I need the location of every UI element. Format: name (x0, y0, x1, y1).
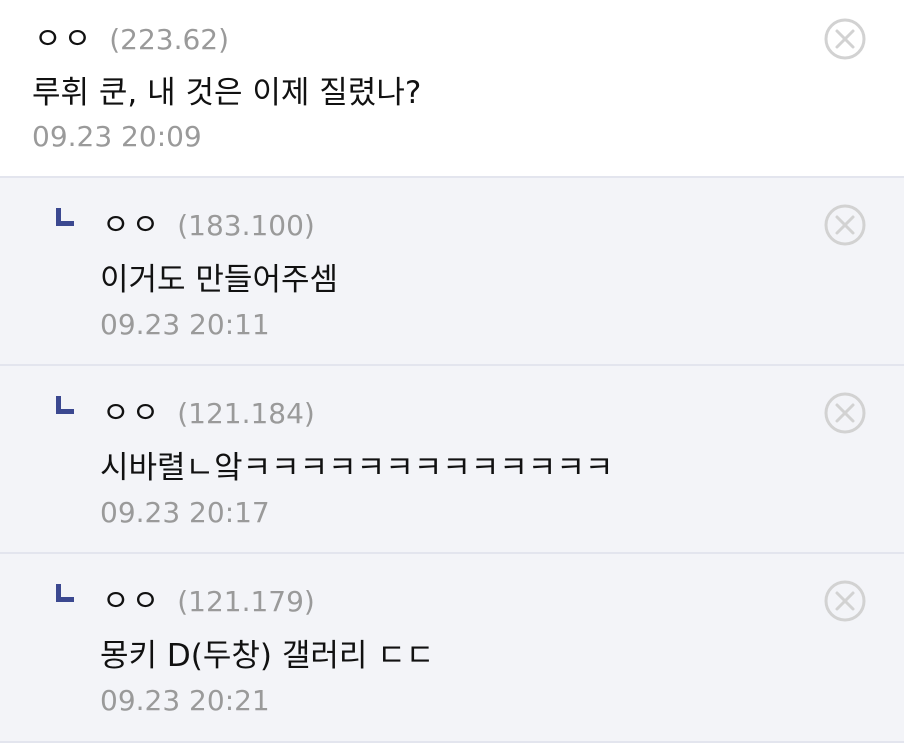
reply-arrow-icon (56, 584, 74, 602)
reply-timestamp: 09.23 20:11 (100, 308, 270, 341)
comment-timestamp: 09.23 20:09 (32, 120, 202, 153)
reply-ip: (121.184) (177, 397, 315, 430)
reply-text: 몽키 D(두창) 갤러리 ㄷㄷ (100, 638, 435, 674)
delete-button[interactable] (824, 204, 866, 246)
comment-text: 루휘 쿤, 내 것은 이제 질렸나? (32, 75, 422, 111)
reply-header: ㅇㅇ (121.184) (102, 388, 315, 432)
delete-button[interactable] (824, 18, 866, 60)
delete-button[interactable] (824, 580, 866, 622)
comment-item: ㅇㅇ (223.62) 루휘 쿤, 내 것은 이제 질렸나? 09.23 20:… (0, 0, 904, 178)
reply-ip: (183.100) (177, 209, 315, 242)
close-circle-icon (824, 18, 866, 60)
reply-arrow-icon (56, 396, 74, 414)
reply-text: 시바렬ㄴ앜ㅋㅋㅋㅋㅋㅋㅋㅋㅋㅋㅋㅋㅋ (100, 450, 614, 486)
comment-nickname[interactable]: ㅇㅇ (34, 14, 93, 58)
reply-nickname[interactable]: ㅇㅇ (102, 200, 161, 244)
reply-header: ㅇㅇ (121.179) (102, 576, 315, 620)
close-circle-icon (824, 204, 866, 246)
reply-nickname[interactable]: ㅇㅇ (102, 388, 161, 432)
comment-header: ㅇㅇ (223.62) (34, 14, 230, 57)
delete-button[interactable] (824, 392, 866, 434)
reply-header: ㅇㅇ (183.100) (102, 200, 315, 244)
reply-arrow-icon (56, 208, 74, 226)
comment-ip: (223.62) (109, 23, 230, 56)
reply-item: ㅇㅇ (121.179) 몽키 D(두창) 갤러리 ㄷㄷ 09.23 20:21 (0, 554, 904, 743)
reply-item: ㅇㅇ (121.184) 시바렬ㄴ앜ㅋㅋㅋㅋㅋㅋㅋㅋㅋㅋㅋㅋㅋ 09.23 20… (0, 366, 904, 554)
close-circle-icon (824, 580, 866, 622)
reply-timestamp: 09.23 20:17 (100, 496, 270, 529)
close-circle-icon (824, 392, 866, 434)
reply-ip: (121.179) (177, 585, 315, 618)
reply-text: 이거도 만들어주셈 (100, 262, 339, 298)
reply-nickname[interactable]: ㅇㅇ (102, 576, 161, 620)
comment-list: ㅇㅇ (223.62) 루휘 쿤, 내 것은 이제 질렸나? 09.23 20:… (0, 0, 904, 743)
reply-item: ㅇㅇ (183.100) 이거도 만들어주셈 09.23 20:11 (0, 178, 904, 366)
reply-timestamp: 09.23 20:21 (100, 684, 270, 717)
